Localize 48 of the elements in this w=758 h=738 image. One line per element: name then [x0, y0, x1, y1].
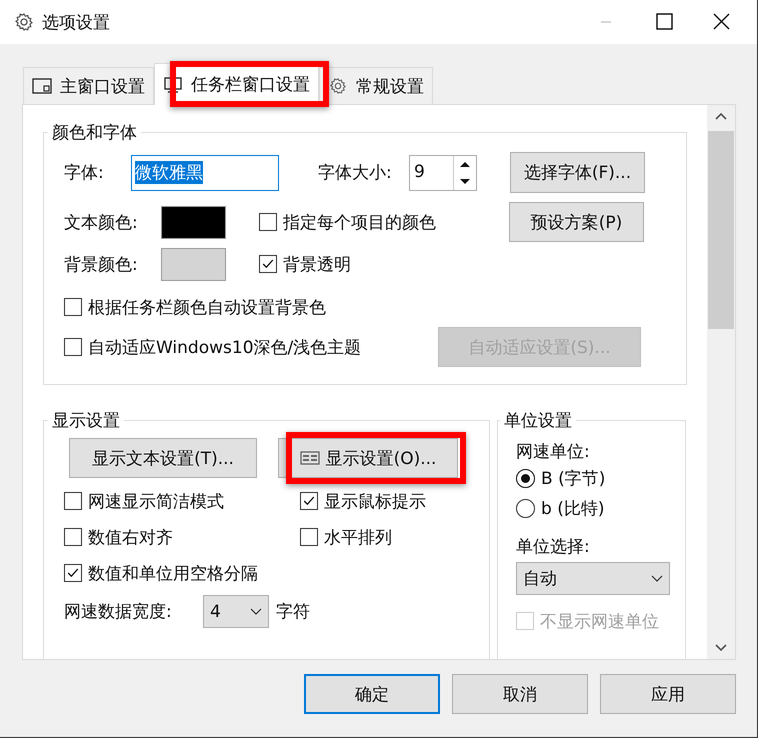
chevron-down-icon: [651, 574, 663, 582]
unit-dropdown[interactable]: 自动: [516, 562, 670, 595]
checkbox[interactable]: 显示鼠标提示: [300, 483, 489, 519]
radio-button[interactable]: [516, 468, 535, 488]
color-swatch[interactable]: [161, 206, 226, 238]
display-button[interactable]: 显示文本设置(T)...: [69, 438, 257, 478]
field-label: 文本颜色:: [64, 212, 139, 234]
checkbox[interactable]: 背景透明: [259, 246, 351, 282]
field-label: 字体:: [64, 162, 105, 184]
tab[interactable]: 常规设置: [319, 67, 433, 104]
checkbox[interactable]: 指定每个项目的颜色: [259, 204, 509, 240]
field-label: 网速数据宽度:: [64, 601, 173, 623]
choose-font-button[interactable]: 选择字体(F)...: [510, 152, 645, 193]
color-swatch[interactable]: [161, 248, 226, 280]
group-title: 显示设置: [51, 410, 121, 432]
checkbox[interactable]: 根据任务栏颜色自动设置背景色: [64, 289, 326, 325]
font-field[interactable]: 微软雅黑: [131, 154, 279, 190]
field-label: 字体大小:: [318, 162, 393, 184]
chevron-down-icon: [250, 608, 262, 616]
unit-label: 字符: [276, 601, 310, 623]
radio-label[interactable]: b (比特): [541, 496, 604, 520]
checkbox[interactable]: 网速显示简洁模式: [64, 483, 300, 519]
field-label: 网速单位:: [516, 441, 591, 463]
radio-button[interactable]: [516, 498, 535, 518]
group-title: 单位设置: [503, 410, 573, 432]
dialog-button[interactable]: 取消: [452, 674, 588, 714]
checkbox[interactable]: 数值和单位用空格分隔: [64, 555, 300, 591]
tab[interactable]: 主窗口设置: [23, 67, 154, 104]
display-button[interactable]: 显示设置(O)...: [278, 438, 458, 478]
scrollbar[interactable]: [707, 105, 735, 659]
radio-label[interactable]: B (字节): [541, 466, 606, 490]
checkbox[interactable]: 数值右对齐: [64, 519, 300, 555]
grid-icon: [300, 450, 320, 464]
group-title: 颜色和字体: [51, 122, 138, 144]
font-size-spinner[interactable]: 9: [409, 154, 477, 190]
preset-button[interactable]: 预设方案(P): [509, 202, 644, 242]
width-dropdown[interactable]: 4: [203, 595, 269, 628]
window-title: 选项设置: [42, 12, 110, 34]
checkbox[interactable]: 水平排列: [300, 519, 489, 555]
gear-icon: [328, 77, 348, 95]
checkbox[interactable]: 自动适应Windows10深色/浅色主题: [64, 329, 438, 365]
dialog-button[interactable]: 确定: [304, 674, 440, 714]
field-label: 单位选择:: [516, 536, 591, 558]
settings-icon: [14, 12, 34, 32]
field-label: 背景颜色:: [64, 254, 139, 276]
dialog-button[interactable]: 应用: [600, 674, 736, 714]
window-icon: [32, 77, 52, 95]
monitor-icon: [163, 76, 183, 94]
